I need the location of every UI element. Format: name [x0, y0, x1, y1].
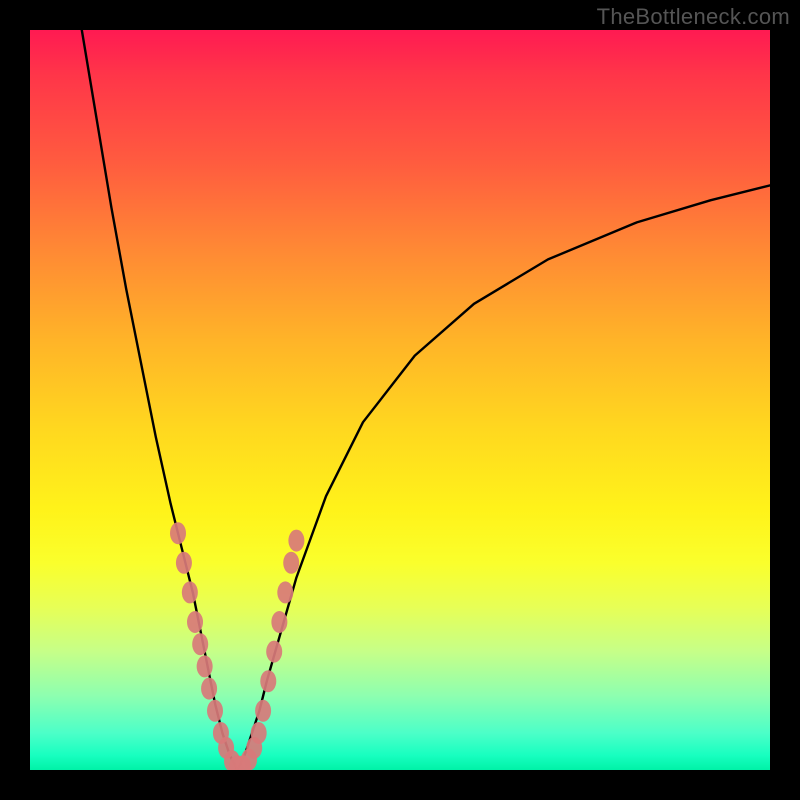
data-marker — [182, 581, 198, 603]
watermark-text: TheBottleneck.com — [597, 4, 790, 30]
data-marker — [266, 641, 282, 663]
data-marker — [197, 655, 213, 677]
data-marker — [288, 530, 304, 552]
data-marker — [260, 670, 276, 692]
data-marker — [187, 611, 203, 633]
chart-frame: TheBottleneck.com — [0, 0, 800, 800]
data-marker — [255, 700, 271, 722]
data-marker — [170, 522, 186, 544]
curve-layer — [82, 30, 770, 770]
data-marker — [283, 552, 299, 574]
data-marker — [277, 581, 293, 603]
data-marker — [207, 700, 223, 722]
marker-layer — [170, 522, 304, 770]
plot-area — [30, 30, 770, 770]
curve-left-curve — [82, 30, 237, 770]
data-marker — [176, 552, 192, 574]
data-marker — [251, 722, 267, 744]
chart-svg — [30, 30, 770, 770]
data-marker — [192, 633, 208, 655]
data-marker — [271, 611, 287, 633]
data-marker — [201, 678, 217, 700]
curve-right-curve — [237, 185, 770, 770]
